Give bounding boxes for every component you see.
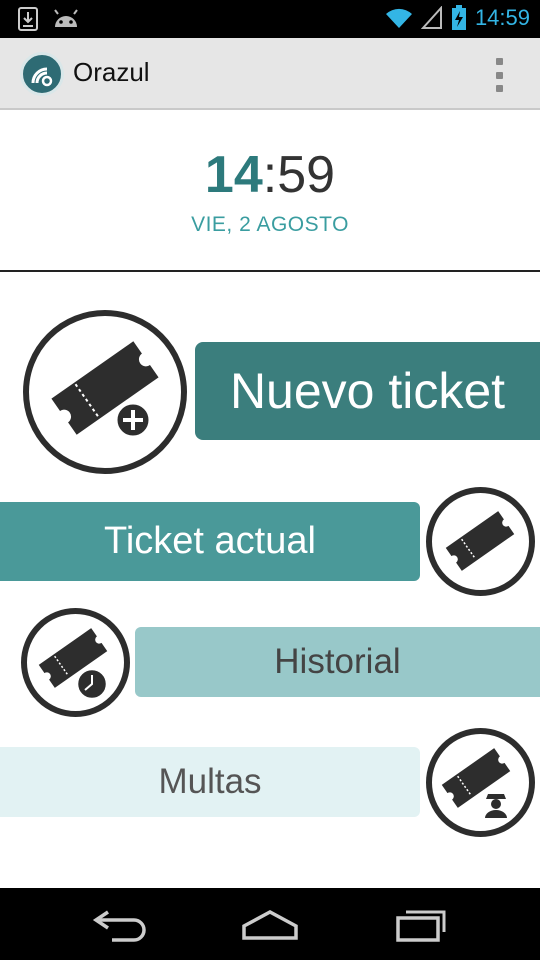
history-button[interactable]: Historial <box>135 627 540 697</box>
download-notification-icon <box>18 7 38 31</box>
time-separator: : <box>262 146 278 204</box>
orazul-logo-icon[interactable] <box>20 52 64 96</box>
current-ticket-icon[interactable] <box>426 487 535 596</box>
recent-apps-icon[interactable] <box>394 906 450 942</box>
current-date: VIE, 2 AGOSTO <box>191 213 349 236</box>
time-minutes: 59 <box>277 146 336 204</box>
time-hours: 14 <box>204 146 263 204</box>
fines-button[interactable]: Multas <box>0 747 420 817</box>
app-title: Orazul <box>73 57 150 87</box>
home-icon[interactable] <box>240 906 300 942</box>
fines-icon[interactable] <box>426 728 535 837</box>
battery-charging-icon <box>451 5 466 30</box>
new-ticket-button[interactable]: Nuevo ticket <box>195 342 540 440</box>
wifi-icon <box>385 8 412 28</box>
current-ticket-button[interactable]: Ticket actual <box>0 502 420 581</box>
history-icon[interactable] <box>21 608 130 717</box>
current-time: 14:59 <box>0 145 540 205</box>
new-ticket-icon[interactable] <box>23 310 187 474</box>
status-clock: 14:59 <box>474 5 530 30</box>
back-icon[interactable] <box>92 906 148 942</box>
status-bar: 14:59 <box>0 0 540 38</box>
navigation-bar <box>0 888 540 960</box>
divider <box>0 270 540 272</box>
signal-icon <box>420 6 442 29</box>
android-debug-icon <box>54 9 78 27</box>
action-bar: Orazul <box>0 38 540 110</box>
overflow-menu-icon[interactable] <box>494 58 504 92</box>
